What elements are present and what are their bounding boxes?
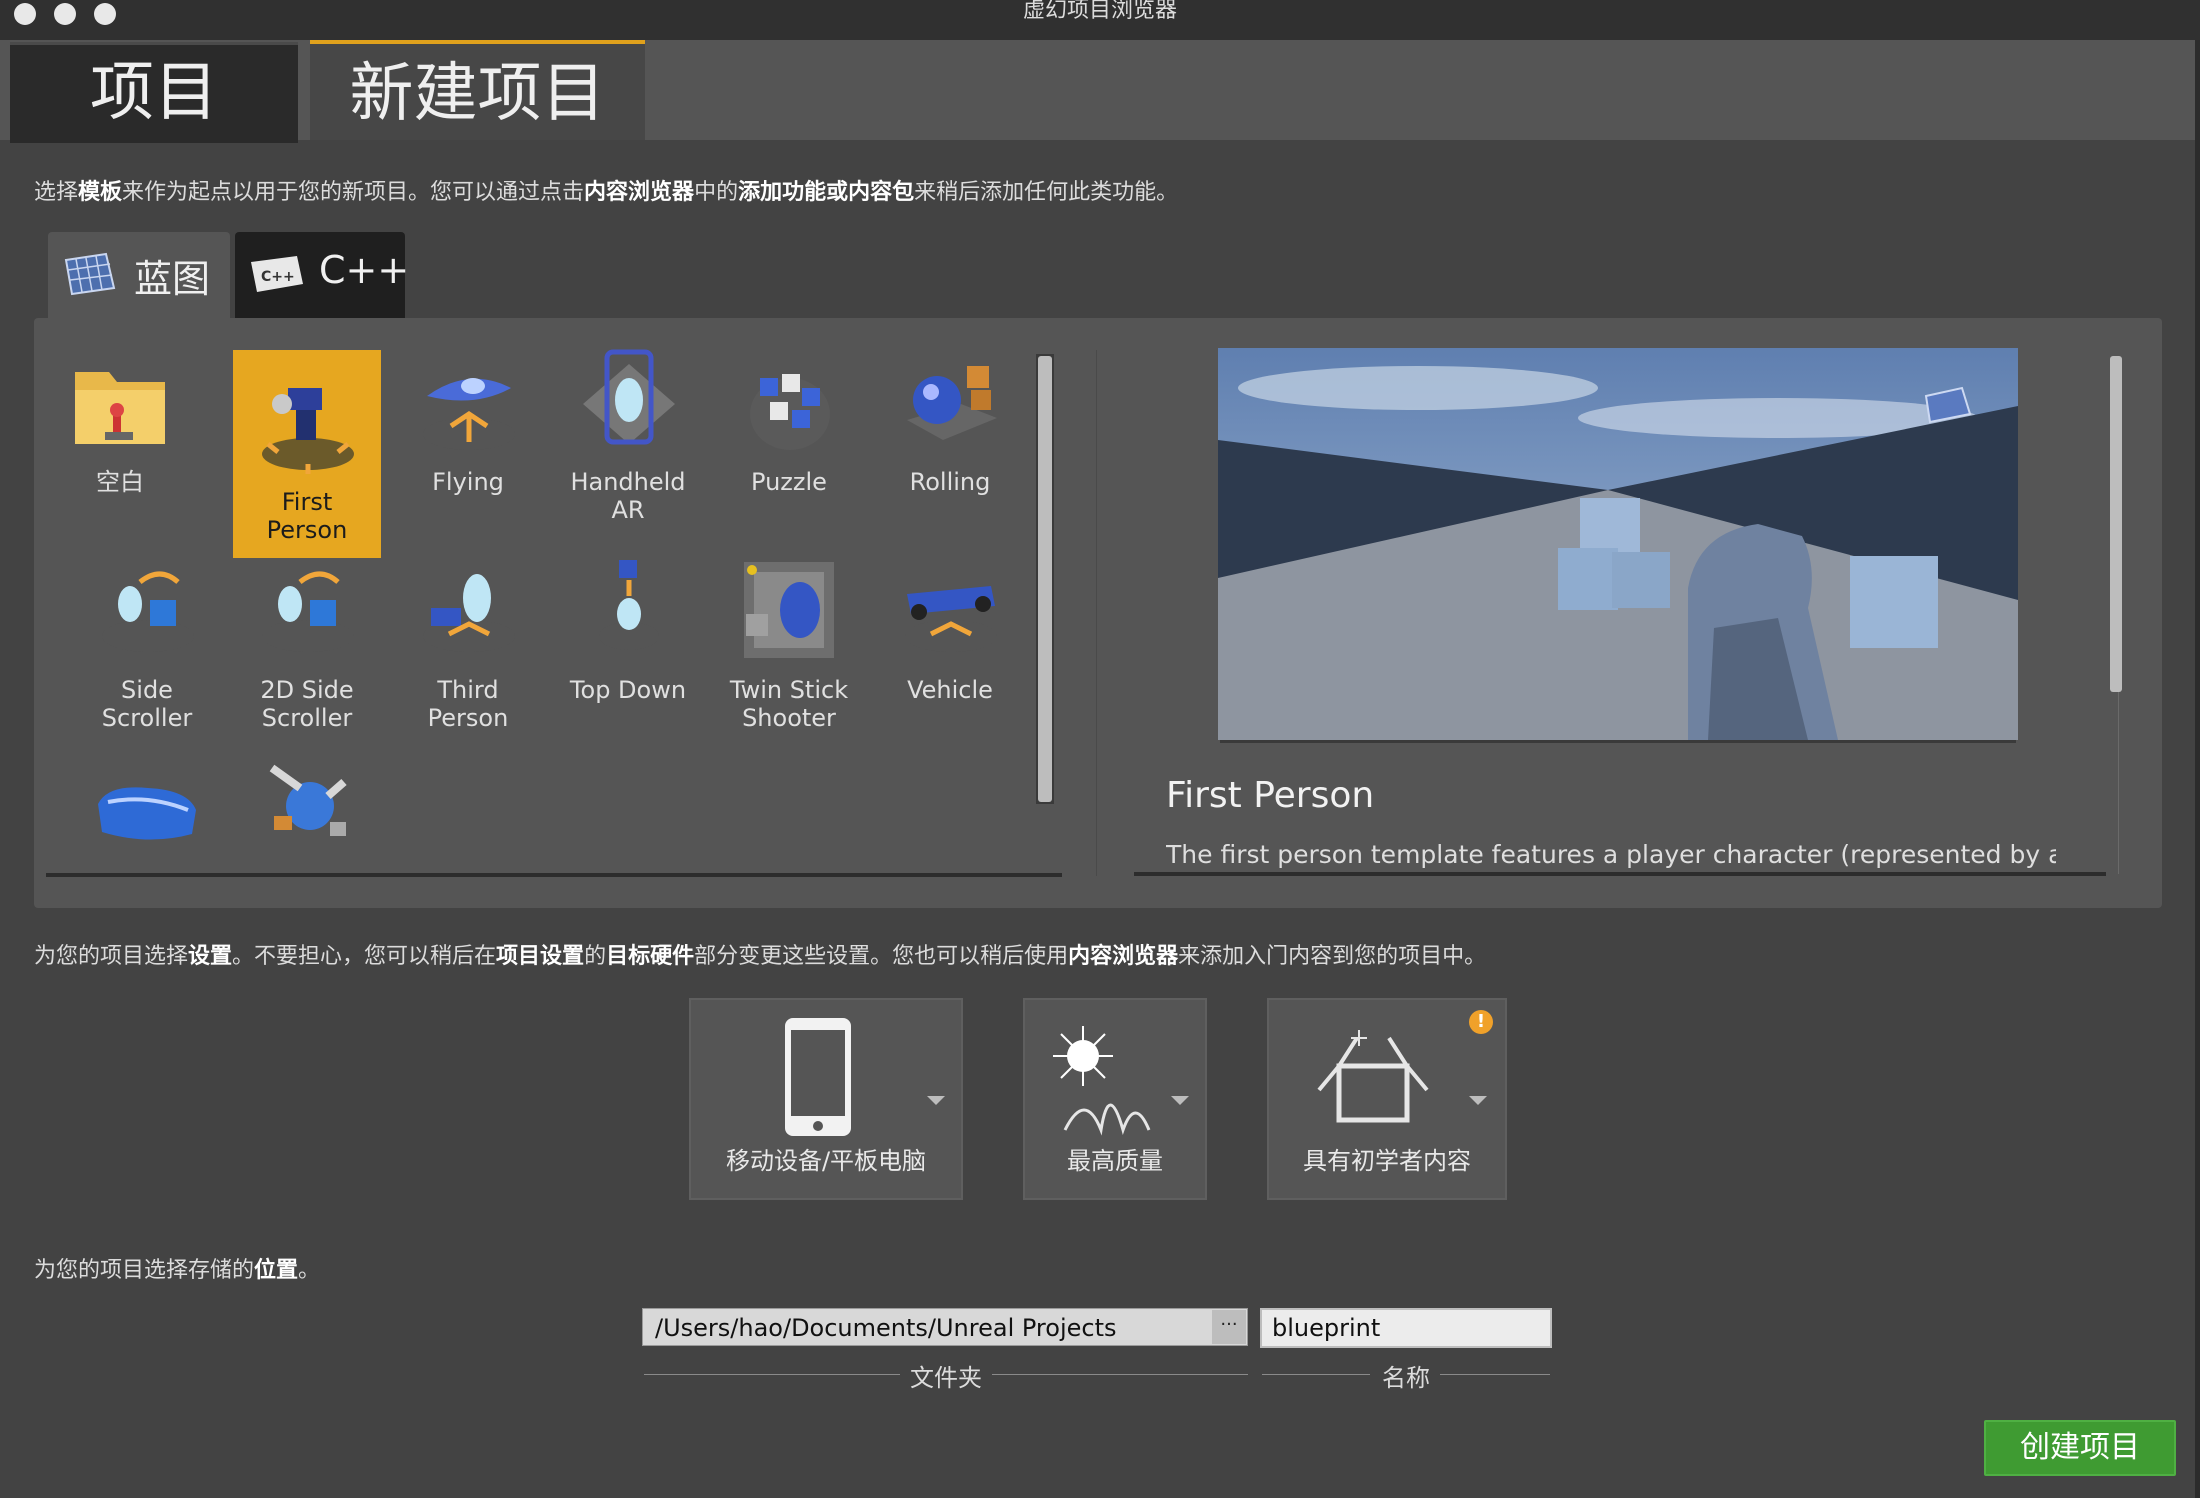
template-2d-side-scroller[interactable]: 2D Side Scroller <box>233 538 381 746</box>
template-blank[interactable]: 空白 <box>46 330 194 538</box>
vehicle-icon <box>891 552 1009 670</box>
template-label: Side Scroller <box>101 676 193 732</box>
graphics-quality-label: 最高质量 <box>1067 1147 1163 1175</box>
starter-content-label: 具有初学者内容 <box>1303 1147 1471 1175</box>
template-vr[interactable] <box>73 740 221 878</box>
template-twin-stick-shooter[interactable]: Twin Stick Shooter <box>715 538 863 746</box>
target-hardware-label: 移动设备/平板电脑 <box>725 1147 927 1175</box>
twin-stick-icon <box>730 552 848 670</box>
create-project-button[interactable]: 创建项目 <box>1984 1420 2176 1476</box>
preview-shadow <box>1220 740 2016 743</box>
template-preview-image <box>1218 348 2018 740</box>
folder-path-input[interactable]: /Users/hao/Documents/Unreal Projects <box>642 1308 1248 1346</box>
description-scrollbar-thumb[interactable] <box>2110 356 2122 692</box>
description-scrollbar-track <box>2118 692 2119 874</box>
location-intro: 为您的项目选择存储的位置。 <box>34 1258 321 1283</box>
graphics-quality-dropdown[interactable]: 最高质量 <box>1023 998 1207 1200</box>
folder-caption: 文件夹 <box>910 1364 982 1392</box>
template-first-person[interactable]: First Person <box>233 350 381 558</box>
phone-ar-icon <box>569 344 687 462</box>
template-label: Vehicle <box>907 676 993 704</box>
name-caption-line <box>1440 1374 1550 1375</box>
name-caption: 名称 <box>1382 1364 1430 1392</box>
svg-text:C++: C++ <box>261 269 295 285</box>
settings-intro: 为您的项目选择设置。不要担心，您可以稍后在项目设置的目标硬件部分变更这些设置。您… <box>34 944 1487 969</box>
template-label: Flying <box>432 468 504 496</box>
template-vehicle[interactable]: Vehicle <box>876 538 1024 746</box>
side-scroller-icon <box>88 552 206 670</box>
template-collab[interactable] <box>233 732 381 878</box>
panel-divider <box>1096 350 1097 876</box>
top-down-icon <box>569 552 687 670</box>
rolling-ball-icon <box>891 344 1009 462</box>
template-label: 空白 <box>96 468 144 496</box>
spaceship-icon <box>409 344 527 462</box>
chevron-down-icon <box>1171 1096 1189 1105</box>
template-label: 2D Side Scroller <box>260 676 354 732</box>
folder-icon <box>61 344 179 462</box>
tab-projects[interactable]: 项目 <box>10 42 298 143</box>
browse-folder-button[interactable]: ··· <box>1212 1310 1246 1344</box>
template-side-scroller[interactable]: Side Scroller <box>73 538 221 746</box>
template-grid: 空白 First Person Flying Handheld AR Puzzl… <box>34 330 1062 878</box>
vr-headset-icon <box>88 754 206 872</box>
warning-icon: ! <box>1469 1010 1493 1034</box>
chevron-down-icon <box>1469 1096 1487 1105</box>
template-handheld-ar[interactable]: Handheld AR <box>554 330 702 538</box>
robot-arm-icon <box>248 746 366 864</box>
template-rolling[interactable]: Rolling <box>876 330 1024 538</box>
chevron-down-icon <box>927 1096 945 1105</box>
mobile-device-icon <box>785 1018 851 1136</box>
starter-content-dropdown[interactable]: ! 具有初学者内容 <box>1267 998 1507 1200</box>
template-label: Top Down <box>569 676 687 704</box>
template-scrollbar-thumb[interactable] <box>1038 356 1052 802</box>
template-label: Third Person <box>427 676 509 732</box>
project-name-input[interactable]: blueprint <box>1260 1308 1552 1348</box>
window-edge <box>2195 40 2200 1498</box>
template-description: The first person template features a pla… <box>1166 840 2056 869</box>
tab-blueprint[interactable]: 蓝图 <box>48 232 230 318</box>
folder-caption-line <box>992 1374 1248 1375</box>
tab-blueprint-label: 蓝图 <box>134 257 211 301</box>
template-flying[interactable]: Flying <box>394 330 542 538</box>
template-top-down[interactable]: Top Down <box>554 538 702 746</box>
template-label: Twin Stick Shooter <box>729 676 849 732</box>
side-scroller-2d-icon <box>248 552 366 670</box>
template-title: First Person <box>1166 775 1375 816</box>
template-intro: 选择模板来作为起点以用于您的新项目。您可以通过点击内容浏览器中的添加功能或内容包… <box>34 180 1179 205</box>
name-caption-line <box>1262 1374 1370 1375</box>
puzzle-icon <box>730 344 848 462</box>
target-hardware-dropdown[interactable]: 移动设备/平板电脑 <box>689 998 963 1200</box>
template-label: First Person <box>266 488 348 544</box>
blueprint-icon <box>64 252 116 296</box>
third-person-icon <box>409 552 527 670</box>
window-title: 虚幻项目浏览器 <box>1022 0 1177 23</box>
template-label: Puzzle <box>751 468 827 496</box>
tab-cpp-label: C++ <box>319 248 410 292</box>
description-bottom-edge <box>1134 872 2106 876</box>
starter-content-icon <box>1317 1030 1429 1123</box>
folder-caption-line <box>644 1374 900 1375</box>
template-puzzle[interactable]: Puzzle <box>715 330 863 538</box>
template-label: Rolling <box>909 468 991 496</box>
tab-cpp[interactable]: C++ C++ <box>235 232 409 318</box>
first-person-icon <box>248 364 366 482</box>
tab-new-project[interactable]: 新建项目 <box>310 40 645 140</box>
quality-icon <box>1053 1026 1151 1136</box>
template-label: Handheld AR <box>570 468 686 524</box>
cpp-icon: C++ <box>251 256 303 292</box>
grid-bottom-edge <box>46 873 1062 877</box>
template-third-person[interactable]: Third Person <box>394 538 542 746</box>
